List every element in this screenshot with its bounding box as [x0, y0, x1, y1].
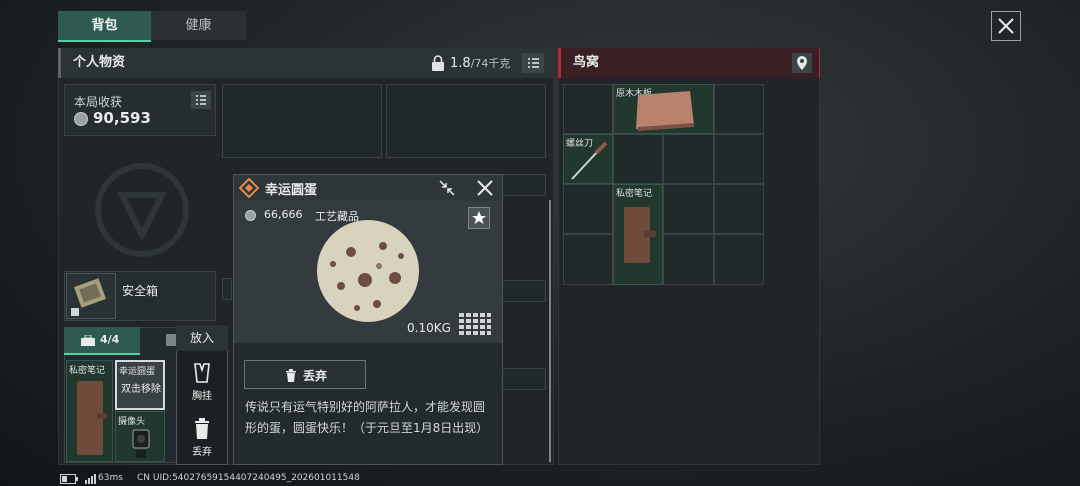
pocket-count: 4/4 [100, 333, 120, 346]
menu-discard-label: 丢弃 [192, 447, 212, 458]
double-click-remove-hint: 双击移除 [121, 384, 161, 395]
camera-icon [132, 429, 150, 458]
earnings-label: 本局收获 [74, 95, 123, 109]
context-menu-header: 放入 [176, 325, 228, 351]
list-icon [528, 58, 539, 68]
weight-max: /74千克 [470, 57, 511, 70]
coin-icon [74, 112, 88, 126]
notebook-icon [624, 207, 656, 263]
grid-cell[interactable] [714, 134, 764, 184]
lucky-egg-image [317, 220, 419, 322]
item-label: 私密笔记 [69, 366, 106, 376]
slot-edge [222, 278, 232, 300]
screwdriver-icon [571, 141, 608, 180]
grid-cell[interactable] [714, 84, 764, 134]
menu-discard[interactable]: 丢弃 [176, 418, 228, 458]
bird-nest-header: 鸟窝 [558, 48, 820, 78]
close-icon [998, 18, 1014, 34]
scrollbar[interactable] [549, 200, 551, 462]
favorite-button[interactable] [468, 207, 490, 229]
slot-strip [502, 174, 546, 196]
pocket-item-notebook[interactable]: 私密笔记 [66, 360, 113, 462]
tooltip-description: 传说只有运气特别好的阿萨拉人，才能发现圆形的蛋，圆蛋快乐！（于元旦至1月8日出现… [245, 400, 489, 435]
collapse-icon[interactable] [438, 179, 456, 197]
panel-title: 鸟窝 [573, 55, 600, 70]
armor-slot[interactable] [386, 84, 546, 158]
grid-cell[interactable] [563, 84, 613, 134]
lock-icon [432, 55, 444, 71]
grid-cell[interactable] [714, 234, 764, 285]
tab-health[interactable]: 健康 [151, 11, 246, 40]
coin-icon [245, 210, 256, 221]
battery-icon [60, 474, 78, 484]
earnings-value: 90,593 [93, 109, 151, 127]
grid-cell[interactable] [663, 134, 714, 184]
case-icon [166, 334, 176, 346]
grid-cell[interactable] [563, 234, 613, 285]
faction-emblem-icon [95, 163, 189, 257]
safe-box-label: 安全箱 [122, 284, 159, 298]
slot-strip [502, 368, 546, 390]
nest-item-screwdriver[interactable]: 螺丝刀 [563, 134, 613, 184]
notebook-icon [77, 381, 107, 455]
star-icon [472, 211, 486, 224]
grid-cell[interactable] [663, 184, 714, 234]
nest-item-notebook[interactable]: 私密笔记 [613, 184, 663, 285]
toolbox-icon [81, 335, 95, 346]
weight-current: 1.8 [450, 56, 471, 71]
ping-readout: 63ms [98, 473, 123, 483]
item-label: 幸运圆蛋 [119, 367, 156, 377]
grid-cell[interactable] [563, 184, 613, 234]
pocket-item-lucky-egg[interactable]: 幸运圆蛋 双击移除 [115, 360, 165, 410]
grid-cell[interactable] [613, 134, 663, 184]
discard-label: 丢弃 [303, 369, 328, 383]
menu-chest-rig-label: 胸挂 [192, 391, 212, 402]
tab-pocket[interactable]: 4/4 [64, 327, 140, 355]
nest-item-plank[interactable]: 原木木板 [613, 84, 714, 134]
earnings-detail-button[interactable] [191, 91, 211, 109]
trash-icon [195, 418, 209, 439]
trash-icon [286, 369, 296, 382]
item-label: 私密笔记 [616, 189, 653, 199]
tooltip-price: 66,666 [264, 208, 303, 221]
helmet-slot[interactable] [222, 84, 382, 158]
tooltip-title: 幸运圆蛋 [265, 183, 318, 198]
tab-backpack[interactable]: 背包 [58, 11, 151, 42]
chest-rig-icon [194, 363, 210, 383]
uid-readout: CN UID:54027659154407240495_202601011548 [137, 473, 360, 483]
menu-chest-rig[interactable]: 胸挂 [176, 362, 228, 402]
close-button[interactable] [991, 11, 1021, 41]
pocket-item-camera[interactable]: 摄像头 [115, 411, 165, 462]
rarity-diamond-icon [239, 178, 259, 198]
panel-title: 个人物资 [73, 55, 126, 70]
list-view-button[interactable] [522, 53, 544, 73]
grid-cell[interactable] [714, 184, 764, 234]
slot-strip [502, 280, 546, 302]
wood-plank-icon [636, 91, 694, 131]
safe-box-graphic [71, 278, 106, 316]
size-grid-icon [459, 313, 491, 335]
signal-icon [85, 474, 96, 484]
weight-readout: 1.8/74千克 [450, 55, 510, 71]
list-icon [196, 95, 206, 105]
tooltip-weight: 0.10KG [407, 321, 451, 335]
location-button[interactable] [792, 53, 812, 73]
grid-cell[interactable] [663, 234, 714, 285]
discard-button[interactable]: 丢弃 [244, 360, 366, 389]
location-pin-icon [797, 56, 807, 70]
safe-box-icon [66, 273, 116, 319]
tooltip-close-icon[interactable] [476, 179, 494, 197]
